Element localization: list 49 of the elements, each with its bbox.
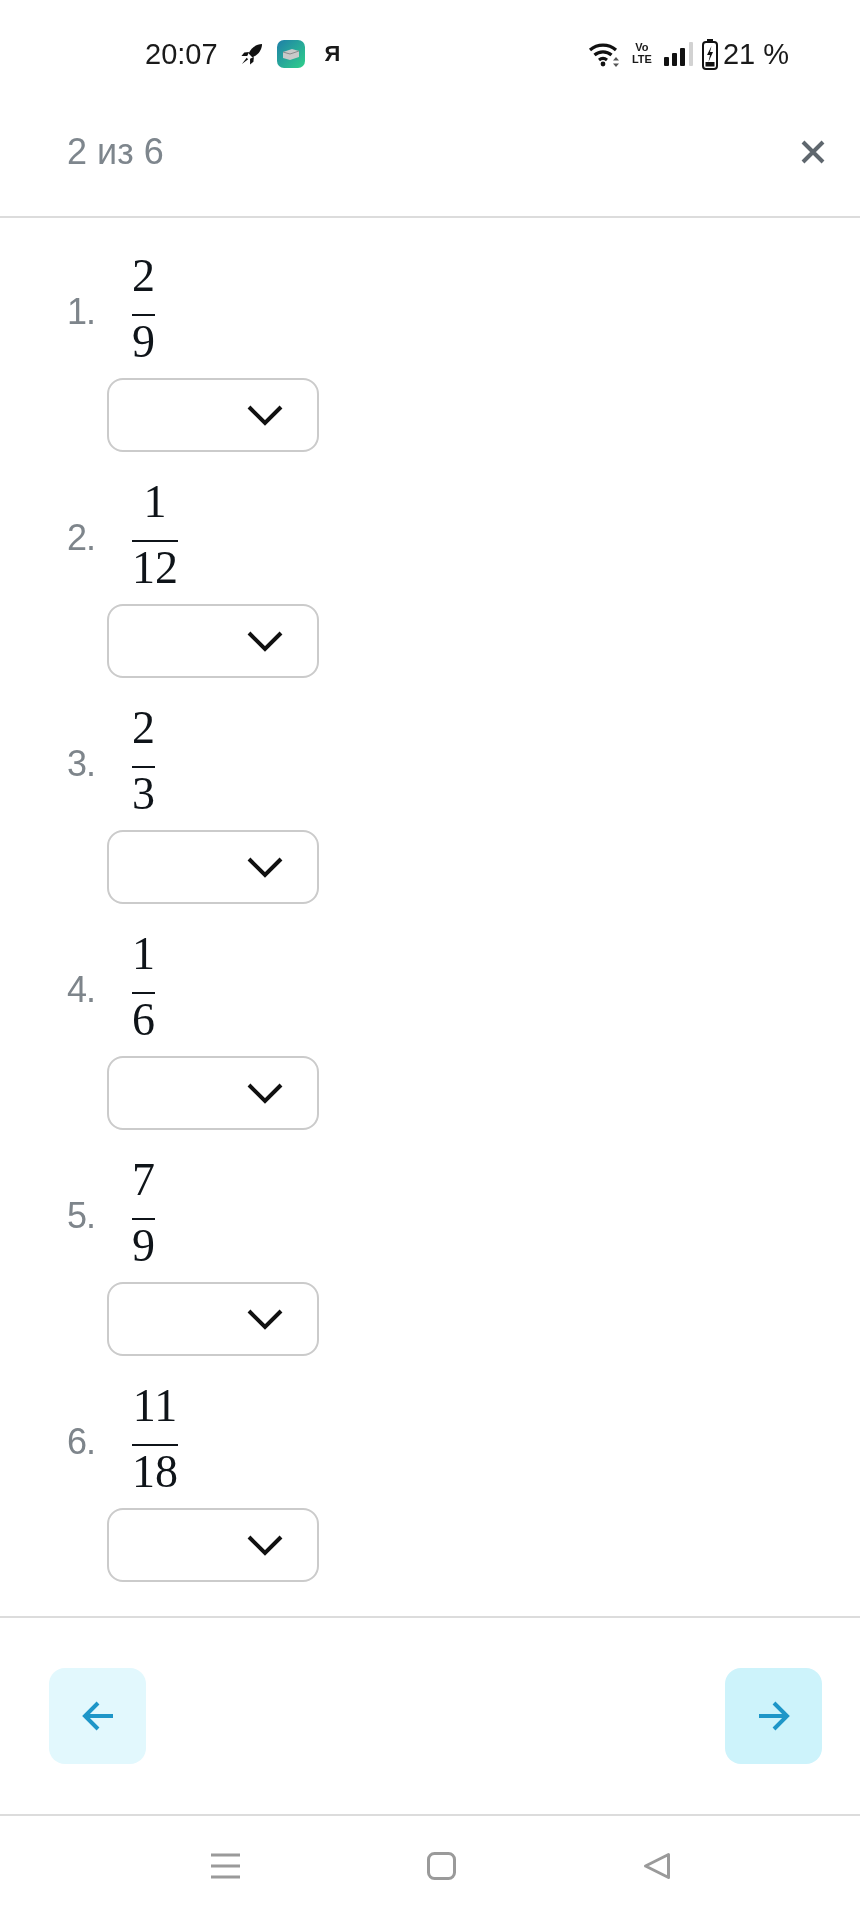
chevron-down-icon — [246, 856, 284, 878]
chevron-down-icon — [246, 630, 284, 652]
question-number: 1. — [65, 294, 95, 330]
answer-dropdown[interactable] — [107, 1056, 319, 1130]
fraction-numerator: 7 — [132, 1157, 155, 1203]
chevron-down-icon — [246, 404, 284, 426]
fraction-numerator: 2 — [132, 705, 155, 751]
answer-dropdown[interactable] — [107, 1508, 319, 1582]
fraction-denominator: 3 — [132, 771, 155, 817]
chevron-down-icon — [246, 1534, 284, 1556]
answer-dropdown[interactable] — [107, 830, 319, 904]
answer-dropdown[interactable] — [107, 1282, 319, 1356]
answer-dropdown[interactable] — [107, 378, 319, 452]
chevron-down-icon — [246, 1308, 284, 1330]
fraction-numerator: 2 — [132, 253, 155, 299]
fraction-denominator: 9 — [132, 319, 155, 365]
left-arrow-icon — [80, 1700, 115, 1732]
question-number: 5. — [65, 1198, 95, 1234]
rocket-icon — [239, 42, 263, 66]
battery-percent: 21 % — [722, 39, 789, 69]
answer-dropdown[interactable] — [107, 604, 319, 678]
signal-icon — [663, 42, 693, 66]
menu-icon[interactable] — [211, 1853, 240, 1879]
question-number: 6. — [65, 1424, 95, 1460]
battery-charging-icon — [701, 38, 718, 70]
right-arrow-icon — [756, 1700, 791, 1732]
question-number: 2. — [65, 520, 95, 556]
square-icon[interactable] — [427, 1852, 456, 1880]
fraction-denominator: 12 — [132, 545, 178, 591]
fraction-denominator: 9 — [132, 1223, 155, 1269]
close-button[interactable] — [800, 139, 826, 165]
triangle-icon[interactable] — [643, 1852, 671, 1880]
question-number: 3. — [65, 746, 95, 782]
fraction-denominator: 18 — [132, 1449, 178, 1495]
close-icon — [800, 139, 826, 165]
status-time: 20:07 — [145, 39, 218, 69]
question-number: 4. — [65, 972, 95, 1008]
fraction-numerator: 1 — [143, 479, 167, 525]
wifi-icon — [587, 41, 620, 67]
notification-letter: Я — [324, 43, 341, 65]
app-icon — [276, 40, 305, 68]
network-type-label: Vo LTE — [631, 42, 652, 66]
page-counter: 2 из 6 — [67, 134, 164, 170]
next-button[interactable] — [725, 1668, 822, 1764]
previous-button[interactable] — [49, 1668, 146, 1764]
fraction-numerator: 11 — [132, 1383, 178, 1429]
chevron-down-icon — [246, 1082, 284, 1104]
fraction-numerator: 1 — [132, 931, 155, 977]
fraction-denominator: 6 — [132, 997, 155, 1043]
